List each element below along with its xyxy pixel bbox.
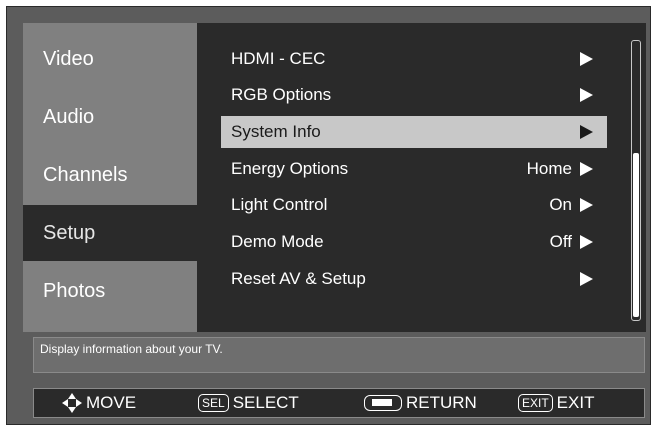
sel-key-badge: SEL	[198, 394, 229, 412]
menu-item-energy-options[interactable]: Energy Options Home	[221, 153, 607, 185]
category-sidebar: Video Audio Channels Setup Photos	[23, 23, 197, 332]
hint-exit: EXIT EXIT	[518, 389, 594, 417]
sidebar-item-label: Channels	[43, 164, 128, 186]
menu-item-value: Home	[526, 159, 572, 178]
tv-menu-screen: Video Audio Channels Setup Photos HDMI -…	[6, 6, 651, 425]
menu-item-reset-av-setup[interactable]: Reset AV & Setup	[221, 263, 607, 295]
menu-item-value: On	[549, 195, 572, 214]
menu-scrollbar[interactable]	[631, 40, 641, 321]
right-arrow-icon	[580, 235, 593, 249]
menu-item-label: Reset AV & Setup	[231, 269, 366, 288]
sidebar-item-label: Photos	[43, 280, 106, 302]
right-arrow-icon	[580, 162, 593, 176]
hint-move: MOVE	[62, 389, 136, 417]
sidebar-item-video[interactable]: Video	[23, 31, 197, 87]
right-arrow-icon	[580, 88, 593, 102]
hint-move-label: MOVE	[86, 393, 137, 412]
exit-key-badge: EXIT	[518, 394, 553, 412]
right-arrow-icon	[580, 125, 593, 139]
scrollbar-thumb[interactable]	[633, 153, 639, 317]
hint-return-label: RETURN	[406, 393, 477, 412]
sidebar-item-setup[interactable]: Setup	[23, 205, 197, 261]
menu-item-label: Demo Mode	[231, 232, 324, 251]
menu-item-label: HDMI - CEC	[231, 49, 326, 68]
menu-item-light-control[interactable]: Light Control On	[221, 189, 607, 221]
menu-item-system-info[interactable]: System Info	[221, 116, 607, 148]
right-arrow-icon	[580, 272, 593, 286]
description-bar: Display information about your TV.	[33, 337, 645, 373]
hint-exit-label: EXIT	[556, 393, 595, 412]
menu-item-value: Off	[549, 232, 572, 251]
right-arrow-icon	[580, 52, 593, 66]
menu-item-label: System Info	[231, 122, 321, 141]
menu-item-label: Energy Options	[231, 159, 349, 178]
return-icon	[364, 395, 402, 411]
sidebar-item-label: Video	[43, 48, 94, 70]
move-icon	[62, 393, 82, 413]
sidebar-item-label: Audio	[43, 106, 95, 128]
sidebar-item-label: Setup	[43, 222, 96, 244]
menu-item-demo-mode[interactable]: Demo Mode Off	[221, 226, 607, 258]
hint-return: RETURN	[364, 389, 477, 417]
menu-item-label: RGB Options	[231, 85, 332, 104]
menu-item-hdmi-cec[interactable]: HDMI - CEC	[221, 43, 607, 75]
sidebar-item-audio[interactable]: Audio	[23, 89, 197, 145]
menu-panel: Video Audio Channels Setup Photos HDMI -…	[21, 21, 648, 334]
menu-item-label: Light Control	[231, 195, 328, 214]
menu-item-rgb-options[interactable]: RGB Options	[221, 79, 607, 111]
button-hint-bar: MOVE SEL SELECT RETURN EXIT EXIT	[33, 388, 645, 418]
hint-select-label: SELECT	[232, 393, 299, 412]
sidebar-item-photos[interactable]: Photos	[23, 263, 197, 319]
sidebar-item-channels[interactable]: Channels	[23, 147, 197, 203]
description-text: Display information about your TV.	[40, 342, 223, 356]
right-arrow-icon	[580, 198, 593, 212]
setup-menu-list: HDMI - CEC RGB Options System Info Energ…	[207, 23, 627, 332]
hint-select: SEL SELECT	[198, 389, 299, 417]
